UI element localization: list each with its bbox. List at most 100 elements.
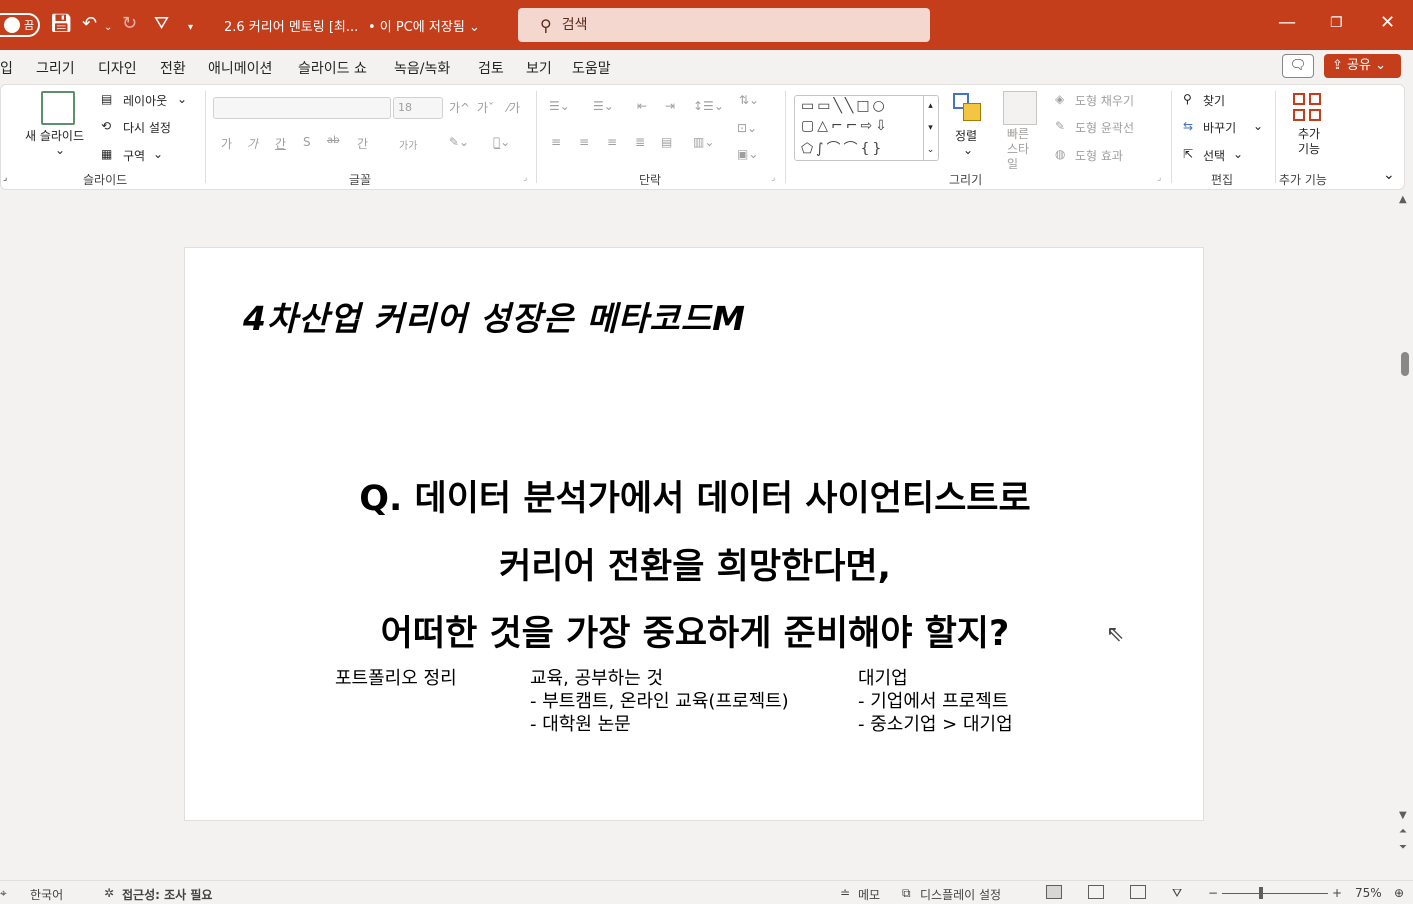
shape-fill-button[interactable]: 도형 채우기 [1075, 92, 1134, 109]
shapes-row-3[interactable]: ⬠∫⌒⌒{} [801, 138, 884, 158]
tab-draw[interactable]: 그리기 [36, 58, 75, 78]
tab-view[interactable]: 보기 [526, 58, 552, 78]
language-status[interactable]: 한국어 [30, 886, 63, 903]
previous-slide-icon[interactable]: ⏶ [1399, 826, 1407, 837]
char-spacing-icon[interactable]: 간 [357, 135, 368, 152]
decrease-indent-icon[interactable]: ⇤ [637, 99, 647, 113]
scroll-up-icon[interactable]: ▲ [1399, 194, 1407, 205]
document-title[interactable]: 2.6 커리어 멘토링 [최... [224, 16, 358, 35]
quick-styles-button[interactable]: 빠른 스타일 [1007, 127, 1037, 172]
search-box[interactable]: ⚲ [518, 8, 930, 42]
fit-to-window-icon[interactable]: ⊕ [1394, 886, 1404, 900]
tab-transitions[interactable]: 전환 [160, 58, 186, 78]
question-line-2[interactable]: 커리어 전환을 희망한다면, [185, 538, 1205, 589]
smartart-icon[interactable]: ▣⌄ [737, 147, 758, 161]
highlight-icon[interactable]: ✎⌄ [449, 135, 469, 149]
shapes-gallery[interactable]: ▭▭╲╲□○ ▢△⌐⌐⇨⇩ ⬠∫⌒⌒{} [794, 95, 939, 161]
undo-dropdown-icon[interactable]: ⌄ [104, 18, 112, 38]
font-size-combobox[interactable]: 18 [393, 97, 443, 119]
zoom-level[interactable]: 75% [1355, 886, 1382, 900]
slide-sorter-icon[interactable] [1088, 885, 1104, 899]
zoom-slider[interactable] [1222, 893, 1328, 894]
question-line-3[interactable]: 어떠한 것을 가장 중요하게 준비해야 할지? [185, 605, 1205, 656]
display-settings-button[interactable]: 디스플레이 설정 [920, 886, 1001, 903]
next-slide-icon[interactable]: ⏷ [1399, 842, 1407, 853]
save-status[interactable]: • 이 PC에 저장됨 ⌄ [368, 16, 480, 35]
gallery-scroll[interactable]: ▴ ▾ ⌄ [923, 95, 937, 161]
note-portfolio[interactable]: 포트폴리오 정리 [335, 667, 457, 690]
search-input[interactable] [561, 17, 882, 33]
change-case-icon[interactable]: 가가 [399, 137, 417, 152]
vertical-scrollbar[interactable] [1396, 190, 1413, 880]
shapes-row-2[interactable]: ▢△⌐⌐⇨⇩ [801, 118, 890, 134]
normal-view-icon[interactable] [1046, 885, 1062, 899]
scrollbar-thumb[interactable] [1401, 352, 1409, 376]
scroll-down-icon[interactable]: ▼ [1399, 810, 1407, 821]
chevron-down-icon[interactable]: ⌄ [55, 143, 65, 157]
minimize-icon[interactable]: — [1278, 12, 1296, 33]
restore-icon[interactable]: ❐ [1330, 15, 1343, 31]
notes-button[interactable]: 메모 [858, 886, 880, 903]
columns-icon[interactable]: ▥⌄ [693, 135, 714, 149]
font-name-combobox[interactable] [213, 97, 391, 119]
shape-outline-button[interactable]: 도형 윤곽선 [1075, 119, 1134, 136]
shape-effects-button[interactable]: 도형 효과 [1075, 147, 1123, 164]
zoom-out-icon[interactable]: − [1208, 886, 1218, 900]
reset-button[interactable]: 다시 설정 [123, 119, 171, 136]
comments-button[interactable]: 🗨︎ [1282, 54, 1314, 78]
note-education[interactable]: 교육, 공부하는 것 - 부트캠트, 온라인 교육(프로젝트) - 대학원 논문 [530, 667, 789, 736]
tab-review[interactable]: 검토 [478, 58, 504, 78]
tab-design[interactable]: 디자인 [98, 58, 137, 78]
strikethrough-icon[interactable]: ab [327, 135, 339, 146]
text-direction-icon[interactable]: ⇅⌄ [739, 93, 759, 107]
note-enterprise[interactable]: 대기업 - 기업에서 프로젝트 - 중소기업 > 대기업 [858, 667, 1013, 736]
autosave-toggle[interactable]: 끔 [0, 13, 40, 37]
dialog-launcher-icon[interactable]: ⌟ [1157, 173, 1161, 183]
tab-help[interactable]: 도움말 [572, 58, 611, 78]
zoom-in-icon[interactable]: + [1332, 886, 1342, 900]
share-button[interactable]: ⇪ 공유 ⌄ [1324, 54, 1401, 78]
grow-font-icon[interactable]: 가^ [449, 99, 470, 116]
line-spacing-icon[interactable]: ↕☰⌄ [693, 99, 724, 113]
layout-button[interactable]: 레이아웃 [123, 92, 167, 109]
numbering-icon[interactable]: ☰⌄ [593, 99, 614, 113]
tab-insert[interactable]: 입 [0, 58, 13, 78]
undo-icon[interactable]: ↶ [82, 14, 97, 34]
slide-title[interactable]: 4차산업 커리어 성장은 메타코드M [243, 292, 746, 340]
replace-button[interactable]: 바꾸기 [1203, 119, 1236, 136]
dialog-launcher-icon[interactable]: ⌟ [3, 173, 7, 183]
align-text-icon[interactable]: ⊡⌄ [737, 121, 757, 135]
arrange-button[interactable]: 정렬 [955, 127, 977, 144]
redo-icon[interactable]: ↻ [122, 14, 137, 34]
shadow-icon[interactable]: S [303, 135, 311, 149]
close-icon[interactable]: ✕ [1380, 12, 1395, 33]
clear-format-icon[interactable]: ⁄가 [507, 99, 520, 116]
underline-icon[interactable]: 간 [275, 135, 286, 152]
tab-animations[interactable]: 애니메이션 [208, 58, 272, 78]
addins-icon[interactable] [1291, 91, 1325, 125]
shapes-row-1[interactable]: ▭▭╲╲□○ [801, 98, 888, 114]
align-left-icon[interactable]: ≡ [551, 135, 561, 149]
font-color-icon[interactable]: 가̲⌄ [493, 135, 510, 149]
dialog-launcher-icon[interactable]: ⌟ [771, 173, 775, 183]
bold-icon[interactable]: 가 [221, 135, 232, 152]
find-button[interactable]: 찾기 [1203, 92, 1225, 109]
align-center-icon[interactable]: ≡ [579, 135, 589, 149]
dialog-launcher-icon[interactable]: ⌟ [523, 173, 527, 183]
arrange-icon[interactable] [951, 91, 985, 125]
slide-status-icon[interactable]: ⌖ [0, 886, 7, 901]
question-line-1[interactable]: Q. 데이터 분석가에서 데이터 사이언티스트로 [185, 470, 1205, 521]
slide-canvas[interactable]: 4차산업 커리어 성장은 메타코드M Q. 데이터 분석가에서 데이터 사이언티… [184, 247, 1204, 821]
bullets-icon[interactable]: ☰⌄ [549, 99, 570, 113]
quick-styles-icon[interactable] [1003, 91, 1037, 125]
section-button[interactable]: 구역 [123, 147, 145, 164]
justify-icon[interactable]: ≣ [635, 135, 645, 149]
present-icon[interactable]: ⛛ [154, 14, 169, 34]
tab-slideshow[interactable]: 슬라이드 쇼 [298, 58, 367, 78]
select-button[interactable]: 선택 [1203, 147, 1225, 164]
align-right-icon[interactable]: ≡ [607, 135, 617, 149]
accessibility-status[interactable]: 접근성: 조사 필요 [122, 886, 212, 903]
new-slide-button[interactable]: 새 슬라이드 [25, 127, 84, 144]
slideshow-view-icon[interactable]: ⛛ [1172, 886, 1182, 901]
distributed-icon[interactable]: ▤ [661, 135, 672, 149]
